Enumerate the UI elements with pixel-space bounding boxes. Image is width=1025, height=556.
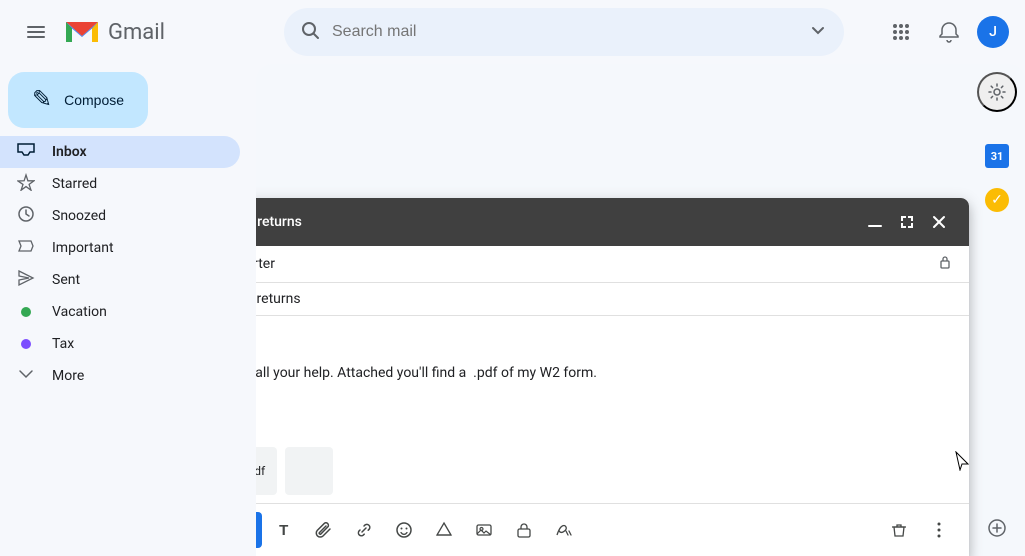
signature-button[interactable] [546,512,582,548]
topbar-right: J [881,12,1009,52]
compose-close-btn[interactable] [925,208,953,236]
sidebar-item-inbox[interactable]: Inbox [0,136,240,168]
more-options-button[interactable] [921,512,957,548]
main-layout: ✎ Compose Inbox Starred [0,64,1025,556]
more-icon [16,365,36,388]
search-bar[interactable] [284,8,844,56]
search-icon [300,20,320,44]
photos-button[interactable] [466,512,502,548]
compose-minimize-btn[interactable] [861,208,889,236]
sidebar-item-tax[interactable]: Tax [0,328,240,360]
gmail-wordmark: Gmail [108,20,165,45]
body-greeting: Hi Lindsay, [256,332,953,354]
compose-subject-field: Info for tax returns [256,283,969,316]
sent-label: Sent [52,272,224,288]
compose-header-actions [861,208,953,236]
compose-window-title: Info for tax returns [256,214,861,230]
compose-subject-value: Info for tax returns [256,291,953,307]
apps-button[interactable] [881,12,921,52]
search-input[interactable] [332,23,796,41]
drive-button[interactable] [426,512,462,548]
body-main: Thanks for all your help. Attached you'l… [256,362,953,384]
attachment-chip-w2[interactable]: PDF W2.pdf [256,447,277,495]
sent-icon [16,269,36,292]
content-area: 31 ✓ Info for tax returns [256,64,1025,556]
right-panel-calendar-btn[interactable]: 31 [977,136,1017,176]
compose-toolbar: Send T [256,503,969,556]
sidebar-item-more[interactable]: More [0,360,240,392]
compose-to-actions [937,254,953,274]
starred-label: Starred [52,176,224,192]
lock-icon [937,254,953,274]
body-sig: — Jesse [256,393,953,415]
compose-button[interactable]: ✎ Compose [8,72,148,128]
search-dropdown-icon[interactable] [808,20,828,44]
compose-body[interactable]: Hi Lindsay, Thanks for all your help. At… [256,316,969,439]
avatar[interactable]: J [977,16,1009,48]
menu-button[interactable] [16,12,56,52]
compose-window: Info for tax returns [256,198,969,556]
snoozed-label: Snoozed [52,208,224,224]
compose-label: Compose [64,92,124,108]
inbox-label: Inbox [52,144,224,160]
toolbar-right [881,512,957,548]
star-icon [16,173,36,196]
attachment-placeholder [285,447,333,495]
notifications-button[interactable] [929,12,969,52]
compose-to-value: Lindsay Carter [256,256,937,272]
lock-btn[interactable] [506,512,542,548]
sidebar-item-snoozed[interactable]: Snoozed [0,200,240,232]
emoji-button[interactable] [386,512,422,548]
vacation-dot-icon [16,302,36,323]
tax-dot-icon [16,334,36,355]
compose-fullscreen-btn[interactable] [893,208,921,236]
format-text-button[interactable]: T [266,512,302,548]
send-button[interactable]: Send [256,512,262,548]
compose-to-field: Lindsay Carter [256,246,969,283]
sidebar: ✎ Compose Inbox Starred [0,64,256,556]
topbar: Gmail [0,0,1025,64]
link-button[interactable] [346,512,382,548]
right-panel-settings-btn[interactable] [977,72,1017,112]
right-panel-tasks-btn[interactable]: ✓ [977,180,1017,220]
right-panel: 31 ✓ [969,64,1025,556]
right-panel-add-btn[interactable] [977,508,1017,548]
important-icon [16,237,36,260]
compose-plus-icon: ✎ [32,88,52,112]
more-label: More [52,368,224,384]
sidebar-item-vacation[interactable]: Vacation [0,296,240,328]
gmail-logo: Gmail [64,18,165,46]
snoozed-icon [16,205,36,228]
inbox-icon [16,141,36,164]
delete-draft-button[interactable] [881,512,917,548]
attachment-name: W2.pdf [256,464,265,478]
important-label: Important [52,240,224,256]
compose-header: Info for tax returns [256,198,969,246]
tax-label: Tax [52,336,224,352]
topbar-left: Gmail [16,12,276,52]
sidebar-item-starred[interactable]: Starred [0,168,240,200]
sidebar-item-sent[interactable]: Sent [0,264,240,296]
attachment-area: PDF W2.pdf [256,439,969,503]
sidebar-item-important[interactable]: Important [0,232,240,264]
vacation-label: Vacation [52,304,224,320]
attach-button[interactable] [306,512,342,548]
